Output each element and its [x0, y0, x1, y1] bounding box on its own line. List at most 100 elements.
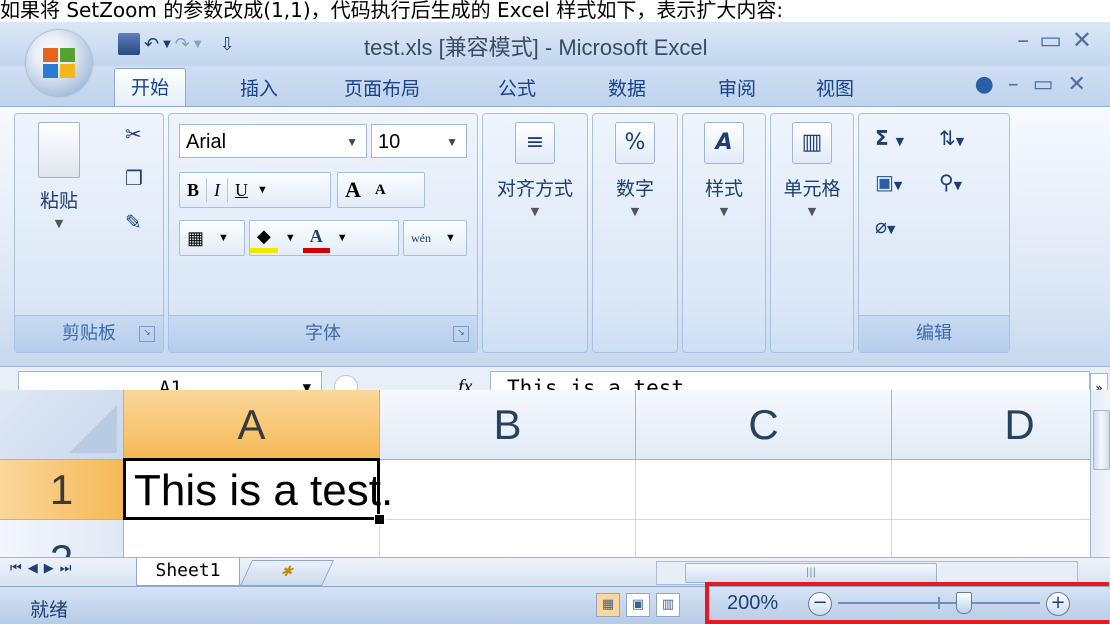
clear-icon[interactable]: ⌀▼ — [875, 214, 896, 238]
italic-button[interactable]: I — [207, 180, 227, 201]
styles-icon: A — [704, 122, 744, 164]
phonetic-button[interactable]: wén ▼ — [403, 220, 467, 256]
zoom-slider-midmark — [938, 597, 940, 609]
status-ready: 就绪 — [30, 599, 69, 621]
font-name-combo[interactable]: Arial ▼ — [179, 124, 367, 158]
vertical-scroll-thumb[interactable] — [1093, 410, 1110, 470]
cell-c2[interactable] — [636, 520, 892, 557]
ribbon-tabs: 开始 插入 页面布局 公式 数据 审阅 视图 ●–▭✕ — [0, 66, 1110, 107]
tab-review[interactable]: 审阅 — [718, 74, 756, 101]
editing-group-label: 编辑 — [859, 315, 1009, 352]
fill-icon[interactable]: ▣▼ — [875, 170, 902, 194]
worksheet-grid[interactable]: A B C D 1 2 This is a test. — [0, 390, 1090, 557]
cell-d1[interactable] — [892, 460, 1090, 520]
sheet-tab-sheet1[interactable]: Sheet1 — [136, 558, 240, 586]
editing-group: Σ ▼ ⇅▼ ▣▼ ⚲▼ ⌀▼ 编辑 — [858, 113, 1010, 353]
redo-icon[interactable]: ↷ — [175, 34, 190, 55]
tab-formulas[interactable]: 公式 — [498, 74, 536, 101]
row-header-1[interactable]: 1 — [0, 460, 124, 520]
quick-access-toolbar: ↶ ▼ ↷ ▼ ⇩ — [118, 29, 235, 59]
select-all-button[interactable] — [0, 390, 124, 460]
window-title: test.xls [兼容模式] - Microsoft Excel — [364, 35, 708, 60]
horizontal-scroll-thumb[interactable]: ||| — [685, 563, 937, 583]
borders-icon: ▦ — [187, 227, 205, 248]
sort-filter-icon[interactable]: ⇅▼ — [939, 126, 964, 150]
cell-b2[interactable] — [380, 520, 636, 557]
styles-button[interactable]: A 样式 ▼ — [683, 122, 765, 218]
cells-icon: ▥ — [792, 122, 832, 164]
font-color-icon[interactable]: A — [302, 224, 330, 253]
column-header-b[interactable]: B — [380, 390, 636, 460]
sheet-nav-buttons[interactable]: ⏮◀▶⏭ — [10, 561, 77, 576]
font-size-combo[interactable]: 10 ▼ — [371, 124, 467, 158]
save-icon[interactable] — [118, 33, 140, 55]
autosum-icon[interactable]: Σ ▼ — [875, 126, 904, 150]
font-name-value: Arial — [186, 131, 227, 153]
format-painter-icon[interactable]: ✎ — [125, 210, 142, 234]
find-select-icon[interactable]: ⚲▼ — [939, 170, 962, 194]
paste-button[interactable]: 粘贴 ▼ — [29, 122, 89, 230]
vertical-scrollbar[interactable] — [1090, 390, 1110, 557]
ribbon: 粘贴 ▼ ✂ ❐ ✎ 剪贴板 ↘ Arial ▼ 10 ▼ B I U▼ A — [0, 106, 1110, 367]
cell-c1[interactable] — [636, 460, 892, 520]
cell-a2[interactable] — [124, 520, 380, 557]
insert-sheet-icon[interactable]: ✱ — [239, 560, 335, 586]
tab-home[interactable]: 开始 — [114, 68, 187, 107]
align-icon: ≡ — [515, 122, 555, 164]
phonetic-icon: wén — [411, 230, 431, 245]
cell-b1[interactable] — [380, 460, 636, 520]
alignment-button[interactable]: ≡ 对齐方式 ▼ — [483, 122, 587, 218]
caption-text: 如果将 SetZoom 的参数改成(1,1)，代码执行后生成的 Excel 样式… — [0, 0, 1110, 22]
title-bar: ↶ ▼ ↷ ▼ ⇩ test.xls [兼容模式] - Microsoft Ex… — [0, 22, 1110, 66]
cell-d2[interactable] — [892, 520, 1090, 557]
zoom-out-icon[interactable]: − — [808, 592, 832, 616]
page-layout-view-icon[interactable]: ▣ — [626, 593, 650, 617]
zoom-in-icon[interactable]: + — [1046, 592, 1070, 616]
undo-icon[interactable]: ↶ — [144, 34, 159, 55]
cut-icon[interactable]: ✂ — [125, 122, 142, 146]
chevron-down-icon: ▼ — [346, 135, 358, 149]
tab-data[interactable]: 数据 — [608, 74, 646, 101]
column-header-d[interactable]: D — [892, 390, 1090, 460]
active-cell-border — [123, 458, 380, 520]
tab-insert[interactable]: 插入 — [240, 74, 278, 101]
fill-color-icon[interactable]: ◆ — [250, 224, 278, 253]
office-logo-icon — [43, 48, 75, 78]
copy-icon[interactable]: ❐ — [125, 166, 143, 190]
ribbon-window-controls[interactable]: ●–▭✕ — [975, 72, 1100, 97]
column-header-a[interactable]: A — [124, 390, 380, 460]
font-size-value: 10 — [378, 131, 401, 153]
underline-button[interactable]: U — [228, 180, 255, 201]
row-header-2[interactable]: 2 — [0, 520, 124, 557]
normal-view-icon[interactable]: ▦ — [596, 593, 620, 617]
borders-button[interactable]: ▦ ▼ — [179, 220, 245, 256]
zoom-slider-thumb[interactable] — [956, 592, 973, 614]
font-group: Arial ▼ 10 ▼ B I U ▼ A A ▦ ▼ ◆ ▼ A ▼ wén ▼ — [168, 113, 478, 353]
zoom-level[interactable]: 200% — [727, 592, 778, 615]
redo-dropdown-icon[interactable]: ▼ — [194, 39, 202, 50]
help-icon[interactable]: ● — [975, 72, 1008, 97]
grow-font-button[interactable]: A — [338, 177, 368, 203]
cells-button[interactable]: ▥ 单元格 ▼ — [771, 122, 853, 218]
color-buttons: ◆ ▼ A ▼ — [249, 220, 399, 256]
paste-label: 粘贴 — [39, 190, 78, 212]
shrink-font-button[interactable]: A — [368, 182, 393, 199]
font-launcher-icon[interactable]: ↘ — [453, 326, 469, 342]
column-header-c[interactable]: C — [636, 390, 892, 460]
alignment-group: ≡ 对齐方式 ▼ — [482, 113, 588, 353]
page-break-view-icon[interactable]: ▥ — [656, 593, 680, 617]
clipboard-launcher-icon[interactable]: ↘ — [139, 326, 155, 342]
font-group-label: 字体 — [169, 315, 477, 352]
bold-button[interactable]: B — [180, 180, 206, 201]
office-button[interactable] — [26, 30, 92, 96]
customize-qat-icon[interactable]: ⇩ — [220, 34, 235, 55]
tab-view[interactable]: 视图 — [816, 74, 854, 101]
number-button[interactable]: % 数字 ▼ — [593, 122, 677, 218]
window-controls[interactable]: –▭✕ — [1017, 26, 1102, 54]
format-buttons: B I U ▼ — [179, 172, 331, 208]
fill-handle[interactable] — [374, 514, 385, 525]
tab-page-layout[interactable]: 页面布局 — [344, 74, 420, 101]
number-label: 数字 — [615, 178, 654, 200]
chevron-down-icon: ▼ — [446, 135, 458, 149]
undo-dropdown-icon[interactable]: ▼ — [163, 39, 171, 50]
